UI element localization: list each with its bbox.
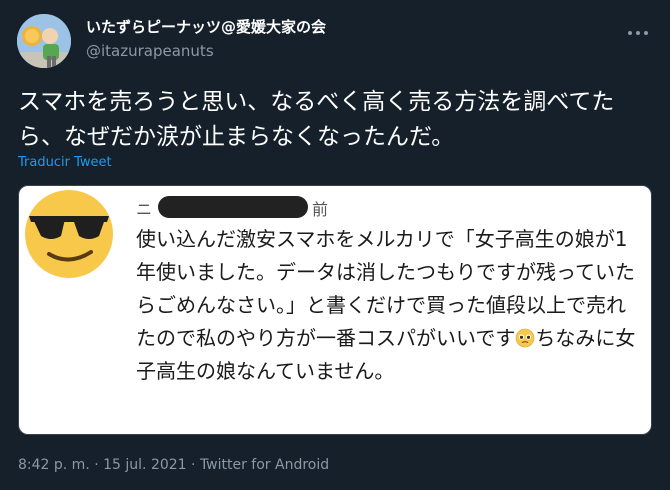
author-handle[interactable]: @itazurapeanuts [86,42,214,60]
commenter-initial: ニ [136,200,153,219]
more-options-dots [628,31,648,35]
comment-text: 使い込んだ激安スマホをメルカリで「女子高生の娘が1年使いました。データは消したつ… [136,223,641,388]
tweet-source[interactable]: Twitter for Android [200,457,329,473]
avatar[interactable] [17,14,71,68]
translate-tweet-link[interactable]: Traducir Tweet [18,155,112,170]
sunglasses-emoji-icon [25,190,113,278]
pleading-face-emoji-icon [516,328,535,348]
tweet-media-image[interactable]: ニ 前 使い込んだ激安スマホをメルカリで「女子高生の娘が1年使いました。データは… [18,185,652,435]
more-options-icon[interactable] [620,18,656,48]
avatar-photo [17,14,71,68]
tweet-text: スマホを売ろうと思い、なるべく高く売る方法を調べてたら、なぜだか涙が止まらなくな… [18,89,615,150]
tweet-time[interactable]: 8:42 p. m. [18,457,90,473]
tweet-meta: 8:42 p. m. · 15 jul. 2021 · Twitter for … [18,457,329,473]
redacted-username [158,196,308,218]
meta-separator-2: · [191,457,196,473]
tweet-date[interactable]: 15 jul. 2021 [103,457,186,473]
meta-separator-1: · [94,457,99,473]
comment-time-suffix: 前 [312,200,329,219]
author-display-name[interactable]: いたずらピーナッツ@愛媛大家の会 [86,16,326,37]
